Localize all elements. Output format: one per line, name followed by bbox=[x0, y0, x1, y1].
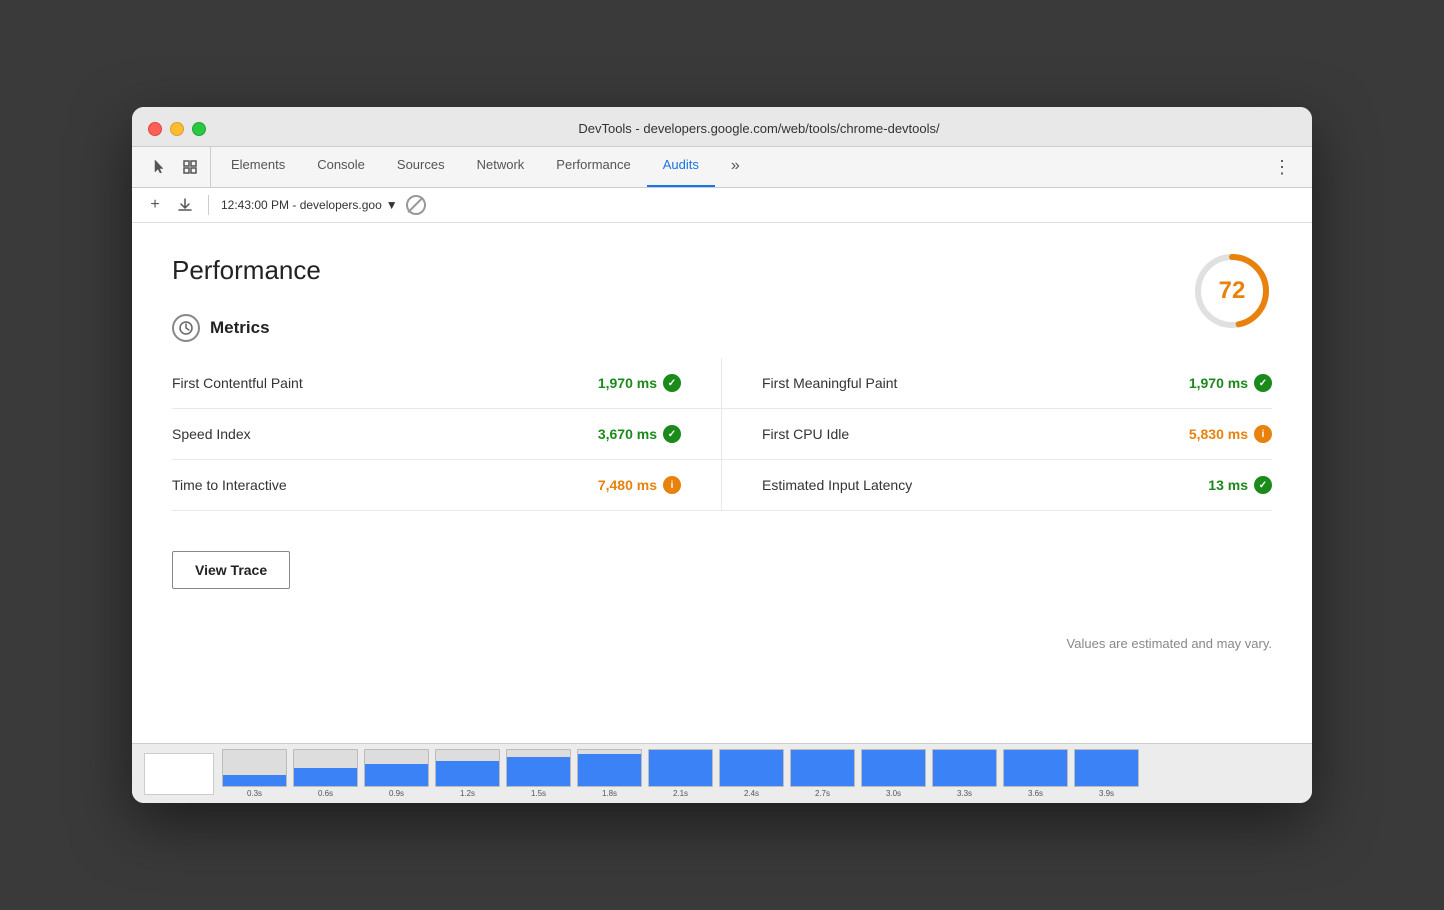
metric-value-text: 3,670 ms bbox=[598, 426, 657, 442]
filmstrip-thumb[interactable] bbox=[1074, 749, 1139, 787]
filmstrip-thumb[interactable] bbox=[1003, 749, 1068, 787]
metrics-section: Metrics First Contentful Paint 1,970 ms … bbox=[172, 314, 1272, 511]
metric-value-text: 5,830 ms bbox=[1189, 426, 1248, 442]
tab-audits[interactable]: Audits bbox=[647, 147, 715, 187]
tab-sources[interactable]: Sources bbox=[381, 147, 461, 187]
tab-console[interactable]: Console bbox=[301, 147, 381, 187]
metric-estimated-input-latency: Estimated Input Latency 13 ms ✓ bbox=[722, 460, 1272, 511]
filmstrip-item: 1.8s bbox=[577, 749, 642, 798]
metrics-header: Metrics bbox=[172, 314, 1272, 342]
filmstrip-thumb[interactable] bbox=[222, 749, 287, 787]
metric-first-meaningful-paint: First Meaningful Paint 1,970 ms ✓ bbox=[722, 358, 1272, 409]
toolbar-divider bbox=[208, 195, 209, 215]
minimize-button[interactable] bbox=[170, 122, 184, 136]
check-icon: ✓ bbox=[663, 425, 681, 443]
info-icon: i bbox=[663, 476, 681, 494]
filmstrip-thumb[interactable] bbox=[861, 749, 926, 787]
tab-more[interactable]: » bbox=[715, 147, 756, 187]
filmstrip-item: 3.3s bbox=[932, 749, 997, 798]
metric-value-text: 1,970 ms bbox=[1189, 375, 1248, 391]
audit-dropdown[interactable]: 12:43:00 PM - developers.goo ▼ bbox=[221, 198, 398, 212]
main-toolbar: Elements Console Sources Network Perform… bbox=[132, 147, 1312, 188]
metric-label: Estimated Input Latency bbox=[762, 477, 912, 493]
info-icon: i bbox=[1254, 425, 1272, 443]
tab-performance[interactable]: Performance bbox=[540, 147, 646, 187]
metrics-grid: First Contentful Paint 1,970 ms ✓ First … bbox=[172, 358, 1272, 511]
filmstrip-thumb[interactable] bbox=[435, 749, 500, 787]
download-icon[interactable] bbox=[174, 194, 196, 216]
score-value: 72 bbox=[1219, 277, 1246, 305]
tab-elements[interactable]: Elements bbox=[215, 147, 301, 187]
filmstrip-thumb[interactable] bbox=[790, 749, 855, 787]
cursor-icon[interactable] bbox=[148, 155, 172, 179]
window-title: DevTools - developers.google.com/web/too… bbox=[222, 121, 1296, 136]
devtools-window: DevTools - developers.google.com/web/too… bbox=[132, 107, 1312, 803]
metric-first-contentful-paint: First Contentful Paint 1,970 ms ✓ bbox=[172, 358, 722, 409]
metric-label: Time to Interactive bbox=[172, 477, 287, 493]
check-icon: ✓ bbox=[1254, 476, 1272, 494]
metric-first-cpu-idle: First CPU Idle 5,830 ms i bbox=[722, 409, 1272, 460]
metric-value-text: 7,480 ms bbox=[598, 477, 657, 493]
tabs-bar: Elements Console Sources Network Perform… bbox=[211, 147, 1261, 187]
score-circle: 72 bbox=[1192, 251, 1272, 331]
filmstrip-bar: 0.3s 0.6s 0.9s 1.2s bbox=[132, 743, 1312, 803]
main-content: Performance 72 Metrics bbox=[132, 223, 1312, 743]
close-button[interactable] bbox=[148, 122, 162, 136]
filmstrip-item: 1.5s bbox=[506, 749, 571, 798]
filmstrip-item: 2.1s bbox=[648, 749, 713, 798]
view-trace-button[interactable]: View Trace bbox=[172, 551, 290, 589]
disclaimer-text: Values are estimated and may vary. bbox=[1067, 636, 1272, 651]
metric-value-text: 13 ms bbox=[1208, 477, 1248, 493]
metric-value: 1,970 ms ✓ bbox=[1189, 374, 1272, 392]
metric-value: 7,480 ms i bbox=[598, 476, 681, 494]
maximize-button[interactable] bbox=[192, 122, 206, 136]
filmstrip-items: 0.3s 0.6s 0.9s 1.2s bbox=[222, 749, 1139, 798]
metric-value-text: 1,970 ms bbox=[598, 375, 657, 391]
tab-network[interactable]: Network bbox=[461, 147, 541, 187]
metrics-icon bbox=[172, 314, 200, 342]
metric-label: First CPU Idle bbox=[762, 426, 849, 442]
inspect-icon[interactable] bbox=[178, 155, 202, 179]
metric-value: 3,670 ms ✓ bbox=[598, 425, 681, 443]
filmstrip-thumb[interactable] bbox=[506, 749, 571, 787]
metric-label: First Contentful Paint bbox=[172, 375, 303, 391]
metric-label: First Meaningful Paint bbox=[762, 375, 897, 391]
dropdown-arrow-icon: ▼ bbox=[386, 198, 398, 212]
add-icon[interactable]: + bbox=[144, 194, 166, 216]
metric-speed-index: Speed Index 3,670 ms ✓ bbox=[172, 409, 722, 460]
metric-label: Speed Index bbox=[172, 426, 251, 442]
filmstrip-thumb[interactable] bbox=[577, 749, 642, 787]
no-sign-icon bbox=[406, 195, 426, 215]
devtools-icons-group bbox=[140, 147, 211, 187]
title-bar: DevTools - developers.google.com/web/too… bbox=[132, 107, 1312, 147]
metric-value: 1,970 ms ✓ bbox=[598, 374, 681, 392]
filmstrip-item: 3.9s bbox=[1074, 749, 1139, 798]
filmstrip-item: 0.9s bbox=[364, 749, 429, 798]
secondary-toolbar: + 12:43:00 PM - developers.goo ▼ bbox=[132, 188, 1312, 223]
metric-time-to-interactive: Time to Interactive 7,480 ms i bbox=[172, 460, 722, 511]
filmstrip-thumb[interactable] bbox=[293, 749, 358, 787]
filmstrip-item: 2.7s bbox=[790, 749, 855, 798]
filmstrip-thumb[interactable] bbox=[932, 749, 997, 787]
metric-value: 13 ms ✓ bbox=[1208, 476, 1272, 494]
more-options-icon[interactable]: ⋮ bbox=[1261, 149, 1304, 186]
filmstrip-item: 1.2s bbox=[435, 749, 500, 798]
page-title: Performance bbox=[172, 255, 1272, 286]
audit-timestamp: 12:43:00 PM - developers.goo bbox=[221, 198, 382, 212]
traffic-lights bbox=[148, 122, 206, 136]
metric-value: 5,830 ms i bbox=[1189, 425, 1272, 443]
filmstrip-blank bbox=[144, 753, 214, 795]
filmstrip-item: 3.0s bbox=[861, 749, 926, 798]
filmstrip-thumb[interactable] bbox=[719, 749, 784, 787]
filmstrip-item: 0.6s bbox=[293, 749, 358, 798]
filmstrip-thumb[interactable] bbox=[648, 749, 713, 787]
filmstrip-item: 2.4s bbox=[719, 749, 784, 798]
check-icon: ✓ bbox=[663, 374, 681, 392]
filmstrip-thumb[interactable] bbox=[364, 749, 429, 787]
metrics-title: Metrics bbox=[210, 318, 270, 338]
check-icon: ✓ bbox=[1254, 374, 1272, 392]
filmstrip-item: 0.3s bbox=[222, 749, 287, 798]
filmstrip-item: 3.6s bbox=[1003, 749, 1068, 798]
